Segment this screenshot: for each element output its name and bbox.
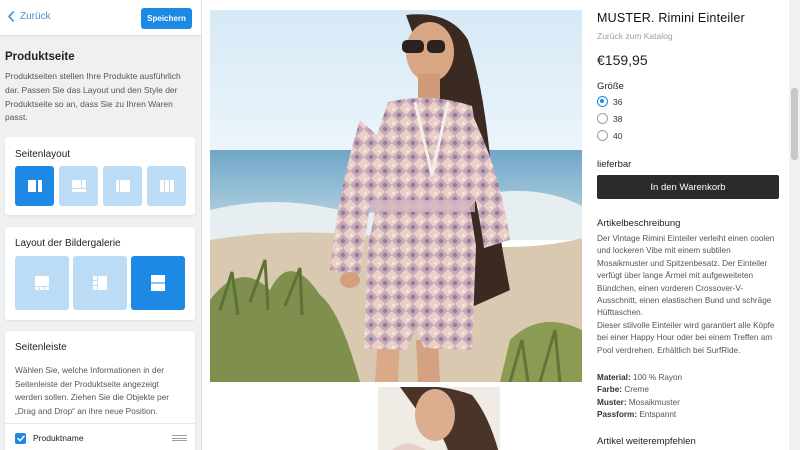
layout-columns-icon xyxy=(159,180,174,192)
gallery-layout-option-1[interactable] xyxy=(15,256,69,310)
sidebar-title: Seitenleiste xyxy=(15,342,67,353)
back-link[interactable]: Zurück xyxy=(7,11,51,22)
radio-button[interactable] xyxy=(597,96,608,107)
attribute-row: Material: 100 % Rayon xyxy=(597,373,683,382)
panel-title: Produktseite xyxy=(5,51,75,63)
chevron-left-icon xyxy=(8,11,15,22)
drag-handle-icon[interactable] xyxy=(172,435,187,441)
layout-center-icon xyxy=(115,180,130,192)
product-price: €159,95 xyxy=(597,52,648,68)
attribute-row: Farbe: Creme xyxy=(597,385,649,395)
add-to-cart-button[interactable]: In den Warenkorb xyxy=(597,175,779,199)
attribute-row: Muster: Mosaikmuster xyxy=(597,397,680,407)
gallery-stack-icon xyxy=(35,276,49,290)
attribute-row: Passform: Entspannt xyxy=(597,410,677,420)
product-photo-secondary-illustration xyxy=(210,387,582,450)
product-page-preview: MUSTER. Rimini Einteiler Zurück zum Kata… xyxy=(202,0,800,450)
sidebar-card: Seitenleiste Wählen Sie, welche Informat… xyxy=(5,331,195,450)
gallery-layout-title: Layout der Bildergalerie xyxy=(15,238,121,249)
size-option-36[interactable]: 36 xyxy=(597,96,622,107)
sidebar-item-label: Produktname xyxy=(33,433,84,443)
product-image-secondary[interactable] xyxy=(210,387,582,450)
back-label: Zurück xyxy=(20,11,51,22)
product-title: MUSTER. Rimini Einteiler xyxy=(597,11,745,25)
page-layout-card: Seitenlayout xyxy=(5,137,195,215)
availability-status: lieferbar xyxy=(597,159,632,170)
product-attributes: Material: 100 % Rayon Farbe: Creme Muste… xyxy=(597,372,779,422)
gallery-layout-card: Layout der Bildergalerie xyxy=(5,227,195,320)
product-photo-illustration xyxy=(210,10,582,382)
editor-topbar: Zurück Speichern xyxy=(0,0,201,36)
panel-description: Produktseiten stellen Ihre Produkte ausf… xyxy=(5,71,181,123)
size-option-label: 40 xyxy=(613,130,623,141)
size-option-38[interactable]: 38 xyxy=(597,113,622,124)
divider xyxy=(5,423,195,424)
description-paragraph-2: Dieser stilvolle Einteiler wird garantie… xyxy=(597,321,775,355)
product-image[interactable] xyxy=(210,10,582,382)
recommend-title: Artikel weiterempfehlen xyxy=(597,436,696,447)
size-label: Größe xyxy=(597,81,624,92)
scrollbar-thumb[interactable] xyxy=(791,88,798,160)
gallery-layout-option-3[interactable] xyxy=(131,256,185,310)
back-to-catalog-link[interactable]: Zurück zum Katalog xyxy=(597,31,673,41)
gallery-layout-option-2[interactable] xyxy=(73,256,127,310)
scrollbar-track[interactable] xyxy=(789,0,800,450)
editor-panel: Zurück Speichern Produktseite Produktsei… xyxy=(0,0,202,450)
layout-image-left-icon xyxy=(27,180,42,192)
description-title: Artikelbeschreibung xyxy=(597,218,681,229)
save-button[interactable]: Speichern xyxy=(141,8,192,29)
gallery-vertical-icon xyxy=(151,275,165,291)
radio-button[interactable] xyxy=(597,130,608,141)
page-layout-option-4[interactable] xyxy=(147,166,186,206)
page-layout-title: Seitenlayout xyxy=(15,149,71,160)
page-layout-option-3[interactable] xyxy=(103,166,142,206)
radio-button[interactable] xyxy=(597,113,608,124)
checkmark-icon xyxy=(16,434,25,441)
checkbox[interactable] xyxy=(15,432,26,444)
sidebar-item-product-name[interactable]: Produktname xyxy=(15,432,187,444)
sidebar-description: Wählen Sie, welche Informationen in der … xyxy=(15,365,170,416)
size-option-label: 36 xyxy=(613,96,623,107)
description-paragraph-1: Der Vintage Rimini Einteiler verleiht ei… xyxy=(597,234,775,318)
size-option-label: 38 xyxy=(613,113,623,124)
gallery-side-thumbs-icon xyxy=(93,276,107,290)
layout-image-top-icon xyxy=(71,180,86,192)
size-option-40[interactable]: 40 xyxy=(597,130,622,141)
page-layout-option-1[interactable] xyxy=(15,166,54,206)
page-layout-option-2[interactable] xyxy=(59,166,98,206)
